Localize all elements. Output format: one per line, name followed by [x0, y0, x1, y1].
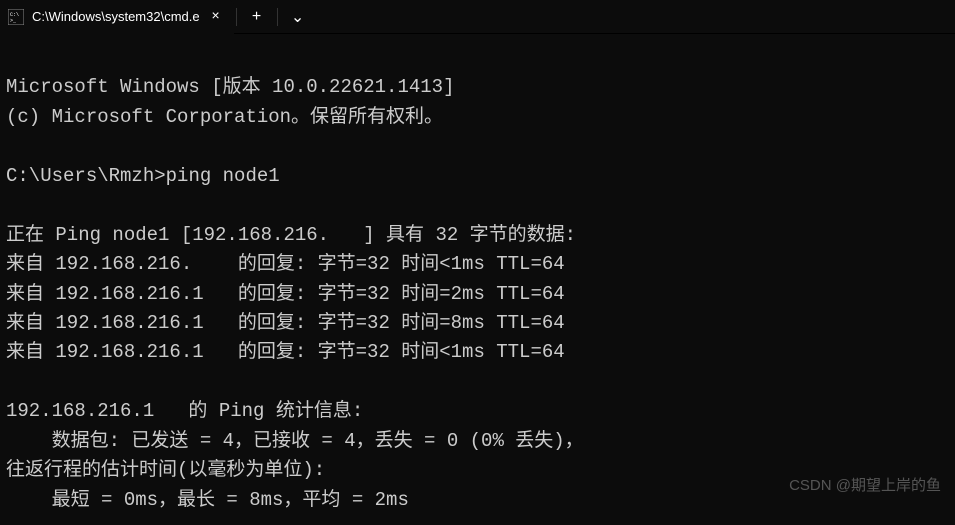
cmd-icon: C:\ >_ — [8, 9, 24, 25]
stats-rtt-header: 往返行程的估计时间(以毫秒为单位): — [6, 459, 325, 481]
action-divider — [277, 8, 278, 26]
reply-line-3: 来自 192.168.216.1 的回复: 字节=32 时间=8ms TTL=6… — [6, 312, 565, 334]
command-text: ping node1 — [166, 165, 280, 187]
copyright-line: (c) Microsoft Corporation。保留所有权利。 — [6, 106, 443, 128]
reply-line-2: 来自 192.168.216.1 的回复: 字节=32 时间=2ms TTL=6… — [6, 283, 565, 305]
reply-line-4: 来自 192.168.216.1 的回复: 字节=32 时间<1ms TTL=6… — [6, 341, 565, 363]
reply-line-1: 来自 192.168.216. 的回复: 字节=32 时间<1ms TTL=64 — [6, 253, 565, 275]
pinging-line: 正在 Ping node1 [192.168.216. ] 具有 32 字节的数… — [6, 224, 576, 246]
tab-divider — [236, 8, 237, 26]
tab-title: C:\Windows\system32\cmd.e — [32, 9, 200, 24]
tab-close-button[interactable]: × — [208, 9, 224, 25]
stats-packets: 数据包: 已发送 = 4，已接收 = 4，丢失 = 0 (0% 丢失)， — [6, 430, 584, 452]
new-tab-button[interactable]: + — [239, 2, 275, 32]
banner-line: Microsoft Windows [版本 10.0.22621.1413] — [6, 76, 454, 98]
stats-header: 192.168.216.1 的 Ping 统计信息: — [6, 400, 363, 422]
tab-cmd[interactable]: C:\ >_ C:\Windows\system32\cmd.e × — [0, 0, 234, 34]
terminal-output[interactable]: Microsoft Windows [版本 10.0.22621.1413] (… — [0, 34, 955, 525]
prompt: C:\Users\Rmzh> — [6, 165, 166, 187]
titlebar: C:\ >_ C:\Windows\system32\cmd.e × + ⌄ — [0, 0, 955, 34]
svg-text:>_: >_ — [10, 18, 17, 24]
stats-rtt: 最短 = 0ms，最长 = 8ms，平均 = 2ms — [6, 489, 409, 511]
tab-dropdown-button[interactable]: ⌄ — [280, 2, 316, 32]
titlebar-actions: + ⌄ — [239, 2, 316, 32]
